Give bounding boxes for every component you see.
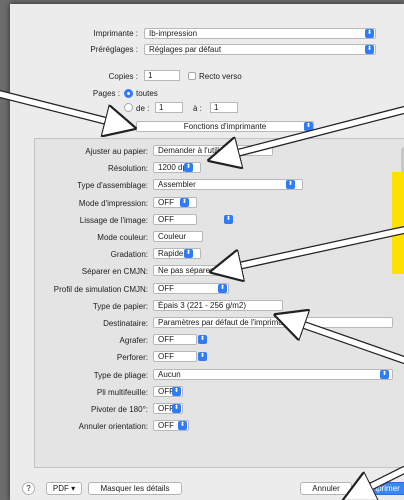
setting-label: Gradation: xyxy=(110,250,148,259)
help-button[interactable]: ? xyxy=(22,482,35,495)
select-arrow-icon[interactable]: ⬍ xyxy=(178,421,187,430)
cancel-button[interactable]: Annuler xyxy=(300,482,352,495)
pages-to-input[interactable]: 1 xyxy=(210,102,238,113)
hide-details-button[interactable]: Masquer les détails xyxy=(88,482,182,495)
setting-label: Perforer: xyxy=(116,353,148,362)
setting-select[interactable]: Couleur xyxy=(153,231,203,242)
select-arrow-icon[interactable]: ⬍ xyxy=(286,180,295,189)
presets-label: Préréglages : xyxy=(90,45,138,54)
recto-verso-label: Recto verso xyxy=(199,72,242,81)
setting-select[interactable]: Paramètres par défaut de l'imprimante xyxy=(153,317,393,328)
setting-select[interactable]: Assembler xyxy=(153,179,303,190)
setting-label: Agrafer: xyxy=(119,336,148,345)
select-arrow-icon[interactable]: ⬍ xyxy=(172,404,181,413)
printer-features-panel: Ajuster au papier: Demander à l'utilisate… xyxy=(34,138,404,468)
setting-label: Annuler orientation: xyxy=(78,422,148,431)
setting-select[interactable]: Demander à l'utilisateur xyxy=(153,145,273,156)
setting-select[interactable]: Aucun xyxy=(153,369,393,380)
setting-select[interactable]: 1200 dpi xyxy=(153,162,201,173)
setting-label: Type de pliage: xyxy=(93,371,148,380)
setting-select[interactable]: Ne pas séparer xyxy=(153,265,237,276)
setting-select[interactable]: OFF xyxy=(153,214,197,225)
setting-label: Ajuster au papier: xyxy=(85,147,148,156)
printer-select[interactable]: Ib-impression xyxy=(144,28,376,39)
pages-to-label: à : xyxy=(193,104,202,113)
select-arrow-icon[interactable]: ⬍ xyxy=(380,370,389,379)
select-arrow-icon[interactable]: ⬍ xyxy=(184,163,193,172)
pages-from-label: de : xyxy=(136,104,150,113)
copies-input[interactable]: 1 xyxy=(144,70,180,81)
pages-all-label: toutes xyxy=(136,89,158,98)
setting-select[interactable]: Épais 3 (221 - 256 g/m2) xyxy=(153,300,283,311)
recto-verso-checkbox[interactable] xyxy=(188,72,196,80)
section-select-arrow-icon[interactable]: ⬍ xyxy=(304,122,313,131)
setting-label: Type de papier: xyxy=(92,302,148,311)
section-select[interactable]: Fonctions d'imprimante xyxy=(136,121,314,132)
select-arrow-icon[interactable]: ⬍ xyxy=(184,249,193,258)
setting-label: Type d'assemblage: xyxy=(77,181,148,190)
setting-select[interactable]: OFF xyxy=(153,351,197,362)
presets-select[interactable]: Réglages par défaut xyxy=(144,44,376,55)
select-arrow-icon[interactable]: ⬍ xyxy=(224,215,233,224)
select-arrow-icon[interactable]: ⬍ xyxy=(198,335,207,344)
setting-label: Séparer en CMJN: xyxy=(81,267,148,276)
setting-label: Résolution: xyxy=(107,164,148,173)
setting-select[interactable]: OFF xyxy=(153,197,197,208)
print-button[interactable]: Imprimer xyxy=(358,482,404,495)
print-dialog: Imprimante : Ib-impression ⬍ Préréglages… xyxy=(10,4,404,500)
select-arrow-icon[interactable]: ⬍ xyxy=(226,266,235,275)
setting-select[interactable]: Rapide xyxy=(153,248,201,259)
copies-label: Copies : xyxy=(108,72,138,81)
pages-all-radio[interactable] xyxy=(124,89,133,98)
printer-label: Imprimante : xyxy=(93,29,138,38)
select-arrow-icon[interactable]: ⬍ xyxy=(198,352,207,361)
pdf-label: PDF xyxy=(52,484,69,493)
setting-label: Pli multifeuille: xyxy=(96,388,148,397)
setting-label: Lissage de l'image: xyxy=(79,216,148,225)
setting-label: Destinataire: xyxy=(103,319,148,328)
setting-label: Profil de simulation CMJN: xyxy=(53,285,148,294)
printer-select-arrow-icon[interactable]: ⬍ xyxy=(365,29,374,38)
chevron-down-icon: ▾ xyxy=(71,484,76,493)
presets-select-arrow-icon[interactable]: ⬍ xyxy=(365,45,374,54)
pages-label: Pages : xyxy=(92,89,120,98)
setting-label: Mode d'impression: xyxy=(78,199,148,208)
setting-label: Pivoter de 180°: xyxy=(90,405,148,414)
pages-from-input[interactable]: 1 xyxy=(155,102,183,113)
setting-select[interactable]: OFF xyxy=(153,334,197,345)
setting-label: Mode couleur: xyxy=(97,233,148,242)
pages-range-radio[interactable] xyxy=(124,103,133,112)
pdf-menu-button[interactable]: PDF ▾ xyxy=(46,482,82,495)
select-arrow-icon[interactable]: ⬍ xyxy=(218,284,227,293)
select-arrow-icon[interactable]: ⬍ xyxy=(172,387,181,396)
select-arrow-icon[interactable]: ⬍ xyxy=(180,198,189,207)
highlight-bar xyxy=(392,172,404,274)
